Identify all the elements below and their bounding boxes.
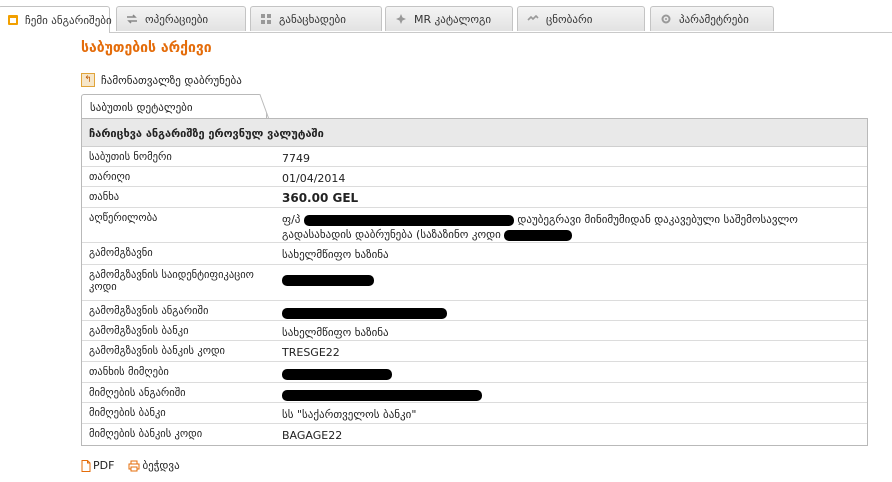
detail-value: სახელმწიფო ხაზინა — [282, 248, 389, 261]
tab-settings[interactable]: პარამეტრები — [650, 6, 774, 31]
detail-value — [275, 301, 867, 320]
description-text: დაუბეგრავი მინიმუმიდან დაკავებული საშემო… — [517, 213, 798, 226]
tab-applications[interactable]: განაცხადები — [250, 6, 382, 31]
back-link-label: ჩამონათვალზე დაბრუნება — [101, 73, 242, 87]
document-actions: PDF ბეჭდვა — [81, 459, 194, 472]
detail-key: გამომგზავნის ანგარიში — [89, 305, 209, 317]
detail-row-amount: თანხა 360.00 GEL — [82, 187, 867, 208]
transaction-type-header: ჩარიცხვა ანგარიშზე ეროვნულ ვალუტაში — [82, 119, 867, 147]
pdf-button[interactable]: PDF — [81, 459, 114, 472]
detail-value: 360.00 GEL — [282, 191, 359, 205]
detail-value — [275, 362, 867, 382]
tab-label: განაცხადები — [279, 12, 346, 26]
printer-icon — [128, 460, 140, 472]
detail-row-sender-bank-code: გამომგზავნის ბანკის კოდი TRESGE22 — [82, 341, 867, 362]
detail-key: მიმღების ანგარიში — [89, 387, 186, 399]
detail-value: 7749 — [282, 152, 310, 165]
detail-value — [275, 265, 867, 300]
detail-key: გამომგზავნის ბანკის კოდი — [89, 345, 225, 357]
tab-mr-catalog[interactable]: MR კატალოგი — [385, 6, 513, 31]
detail-key: თარიღი — [89, 171, 131, 183]
redacted-block — [303, 214, 514, 226]
print-button[interactable]: ბეჭდვა — [128, 459, 180, 472]
detail-row-recipient: თანხის მიმღები — [82, 362, 867, 383]
detail-value: TRESGE22 — [282, 346, 340, 359]
my-accounts-icon — [7, 13, 19, 27]
transfer-arrows-icon — [125, 12, 139, 26]
tab-label: ცნობარი — [546, 12, 593, 26]
tab-directory[interactable]: ცნობარი — [517, 6, 645, 31]
detail-row-description: აღწერილობა ფ/პ დაუბეგრავი მინიმუმიდან და… — [82, 208, 867, 243]
catalog-icon — [394, 12, 408, 26]
back-arrow-icon: ↰ — [81, 73, 95, 87]
detail-row-sender: გამომგზავნი სახელმწიფო ხაზინა — [82, 243, 867, 265]
main-tab-bar: ჩემი ანგარიშები ოპერაციები განაცხადები M… — [0, 0, 892, 33]
gear-icon — [659, 12, 673, 26]
document-details-panel: ჩარიცხვა ანგარიშზე ეროვნულ ვალუტაში საბუ… — [81, 118, 868, 446]
detail-value: 01/04/2014 — [282, 172, 346, 185]
detail-key: გამომგზავნის ბანკი — [89, 325, 189, 337]
page-title: საბუთების არქივი — [81, 40, 212, 56]
detail-value — [275, 383, 867, 402]
tab-my-accounts[interactable]: ჩემი ანგარიშები — [0, 6, 112, 33]
tab-operations[interactable]: ოპერაციები — [116, 6, 246, 31]
redacted-block — [504, 229, 573, 241]
detail-key: მიმღების ბანკი — [89, 407, 166, 419]
detail-value: სს "საქართველოს ბანკი" — [282, 408, 417, 421]
print-label: ბეჭდვა — [142, 459, 180, 472]
detail-row-document-number: საბუთის ნომერი 7749 — [82, 147, 867, 167]
grid-icon — [259, 12, 273, 26]
redacted-block — [282, 275, 374, 286]
tab-label: MR კატალოგი — [414, 12, 492, 26]
detail-row-sender-bank: გამომგზავნის ბანკი სახელმწიფო ხაზინა — [82, 321, 867, 341]
document-details-tab[interactable]: საბუთის დეტალები — [81, 94, 267, 119]
pdf-icon — [81, 459, 91, 472]
tab-label: ოპერაციები — [145, 12, 209, 26]
detail-key: საბუთის ნომერი — [89, 151, 172, 163]
detail-key: თანხის მიმღები — [89, 366, 169, 378]
tab-label: ჩემი ანგარიშები — [25, 13, 112, 27]
detail-value: ფ/პ დაუბეგრავი მინიმუმიდან დაკავებული სა… — [275, 208, 867, 242]
detail-row-recipient-bank-code: მიმღების ბანკის კოდი BAGAGE22 — [82, 424, 867, 445]
detail-row-sender-account: გამომგზავნის ანგარიში — [82, 301, 867, 321]
redacted-block — [282, 307, 447, 319]
detail-key: აღწერილობა — [89, 212, 158, 224]
tab-label: პარამეტრები — [679, 12, 749, 26]
pdf-label: PDF — [93, 459, 115, 472]
detail-key: მიმღების ბანკის კოდი — [89, 428, 203, 440]
redacted-block — [282, 368, 392, 380]
detail-row-sender-id-code: გამომგზავნის საიდენტიფიკაციო კოდი — [82, 265, 867, 301]
handshake-icon — [526, 12, 540, 26]
detail-row-date: თარიღი 01/04/2014 — [82, 167, 867, 187]
redacted-block — [282, 389, 482, 401]
detail-row-recipient-bank: მიმღების ბანკი სს "საქართველოს ბანკი" — [82, 403, 867, 424]
description-prefix: ფ/პ — [282, 213, 301, 226]
detail-value: BAGAGE22 — [282, 429, 343, 442]
detail-value: სახელმწიფო ხაზინა — [282, 326, 389, 339]
detail-key: გამომგზავნი — [89, 247, 153, 259]
detail-row-recipient-account: მიმღების ანგარიში — [82, 383, 867, 403]
back-to-list-link[interactable]: ↰ ჩამონათვალზე დაბრუნება — [81, 73, 242, 87]
detail-key: გამომგზავნის საიდენტიფიკაციო კოდი — [89, 269, 254, 293]
description-text-line2: გადასახადის დაბრუნება (საზაზინო კოდი — [282, 228, 501, 241]
detail-key: თანხა — [89, 191, 120, 203]
